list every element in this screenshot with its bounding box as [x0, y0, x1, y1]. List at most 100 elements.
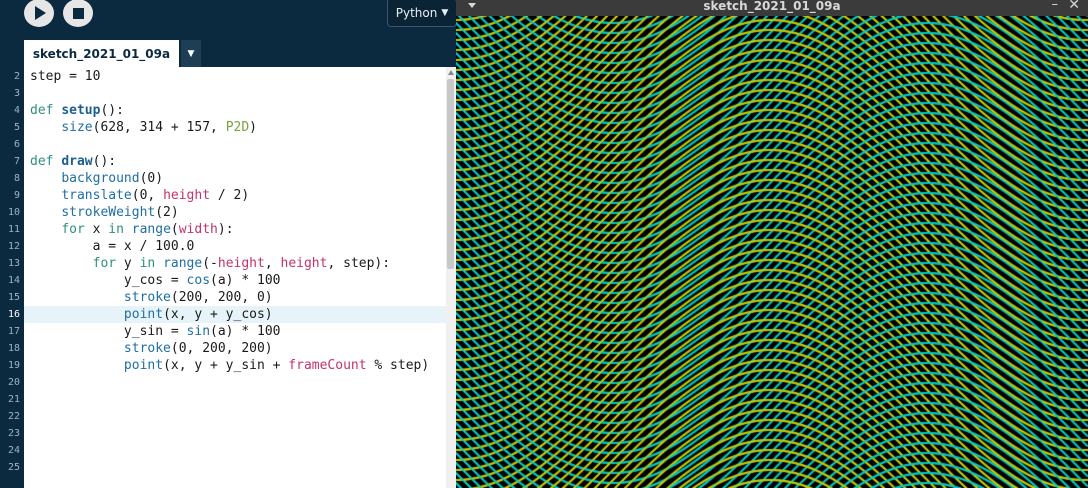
code-line[interactable]: strokeWeight(2): [24, 204, 446, 221]
code-token: (200, 200, 0): [170, 290, 273, 305]
code-line[interactable]: for y in range(-height, height, step):: [24, 255, 446, 272]
code-token: for: [92, 256, 117, 271]
line-number: 8: [13, 173, 20, 184]
code-token: point: [123, 358, 164, 373]
code-line-text: stroke(200, 200, 0): [24, 290, 273, 305]
sketch-window: sketch_2021_01_09a – ✕: [456, 0, 1088, 488]
code-token: (x, y + y_cos): [163, 307, 273, 322]
line-number: 25: [7, 462, 20, 473]
code-token: stroke: [123, 290, 171, 305]
line-number: 14: [7, 275, 20, 286]
line-number: 3: [13, 88, 20, 99]
code-line[interactable]: def draw():: [24, 153, 446, 170]
code-line[interactable]: def setup():: [24, 102, 446, 119]
code-line[interactable]: point(x, y + y_sin + frameCount % step): [24, 357, 446, 374]
code-token: setup: [61, 103, 101, 118]
code-token: (: [170, 222, 179, 237]
code-line-text: def draw():: [24, 154, 116, 169]
chevron-down-icon: ▼: [187, 48, 195, 59]
sketch-titlebar: sketch_2021_01_09a – ✕: [456, 0, 1088, 16]
code-line[interactable]: stroke(0, 200, 200): [24, 340, 446, 357]
code-token: def: [30, 154, 54, 169]
code-line-text: def setup():: [24, 103, 124, 118]
scrollbar-thumb[interactable]: [447, 79, 454, 269]
code-token: , step):: [327, 256, 391, 271]
code-line[interactable]: point(x, y + y_cos): [24, 306, 446, 323]
code-token: range: [163, 256, 203, 271]
code-area[interactable]: step = 10 def setup(): size(628, 314 + 15…: [24, 67, 446, 488]
code-token: % step): [366, 358, 430, 373]
stop-button[interactable]: [63, 0, 93, 27]
code-token: (x, y + y_sin +: [163, 358, 289, 373]
code-line[interactable]: for x in range(width):: [24, 221, 446, 238]
code-token: (0,: [131, 188, 164, 203]
code-token: height: [217, 256, 265, 271]
run-button[interactable]: [24, 0, 54, 27]
code-token: cos: [186, 273, 211, 288]
vertical-scrollbar[interactable]: [446, 67, 456, 488]
code-line[interactable]: y_cos = cos(a) * 100: [24, 272, 446, 289]
code-line[interactable]: [24, 85, 446, 102]
line-number: 24: [7, 445, 20, 456]
code-line[interactable]: [24, 425, 446, 442]
code-line[interactable]: stroke(200, 200, 0): [24, 289, 446, 306]
code-token: (a) * 100: [210, 324, 281, 339]
code-token: width: [178, 222, 218, 237]
line-number: 22: [7, 411, 20, 422]
code-token: for: [61, 222, 85, 237]
code-token: step = 10: [30, 69, 101, 84]
code-line[interactable]: a = x / 100.0: [24, 238, 446, 255]
code-line[interactable]: [24, 459, 446, 476]
code-line[interactable]: [24, 408, 446, 425]
line-number: 5: [13, 122, 20, 133]
code-token: y_cos =: [30, 273, 187, 288]
code-token: strokeWeight: [61, 205, 156, 220]
code-line[interactable]: [24, 391, 446, 408]
code-token: (2): [155, 205, 179, 220]
code-line[interactable]: step = 10: [24, 68, 446, 85]
line-number: 21: [7, 394, 20, 405]
tab-menu-button[interactable]: ▼: [181, 40, 201, 67]
code-token: (628, 314 + 157,: [92, 120, 226, 135]
code-line[interactable]: y_sin = sin(a) * 100: [24, 323, 446, 340]
code-token: point: [123, 307, 164, 322]
code-line[interactable]: [24, 442, 446, 459]
code-line[interactable]: background(0): [24, 170, 446, 187]
code-line[interactable]: size(628, 314 + 157, P2D): [24, 119, 446, 136]
code-token: (0, 200, 200): [170, 341, 273, 356]
line-number: 12: [7, 241, 20, 252]
code-editor[interactable]: 2 3 4 5 6 7 8 9 10 11 12 13 14 15 16 17 18 19 20 21 22 23 24 25…: [0, 67, 456, 488]
code-token: y_sin =: [30, 324, 187, 339]
sketch-title: sketch_2021_01_09a: [703, 0, 841, 13]
code-line[interactable]: [24, 374, 446, 391]
code-token: ):: [217, 222, 234, 237]
code-line-text: point(x, y + y_cos): [24, 307, 273, 322]
code-line[interactable]: translate(0, height / 2): [24, 187, 446, 204]
scroll-up-icon[interactable]: [448, 70, 454, 75]
line-number: 4: [13, 105, 20, 116]
play-icon: [35, 6, 46, 20]
code-token: ): [249, 120, 257, 135]
mode-selector[interactable]: Python ▼: [387, 0, 457, 27]
tab-sketch[interactable]: sketch_2021_01_09a: [24, 40, 179, 69]
code-token: sin: [186, 324, 211, 339]
line-number: 13: [7, 258, 20, 269]
close-button[interactable]: ✕: [1068, 0, 1080, 13]
line-number: 15: [7, 292, 20, 303]
code-line[interactable]: [24, 136, 446, 153]
code-line-text: for x in range(width):: [24, 222, 234, 237]
code-token: height: [163, 188, 211, 203]
code-token: height: [280, 256, 328, 271]
tab-bar: sketch_2021_01_09a ▼: [0, 40, 456, 69]
code-line-text: size(628, 314 + 157, P2D): [24, 120, 257, 135]
minimize-button[interactable]: –: [1052, 0, 1059, 12]
code-token: x: [84, 222, 109, 237]
